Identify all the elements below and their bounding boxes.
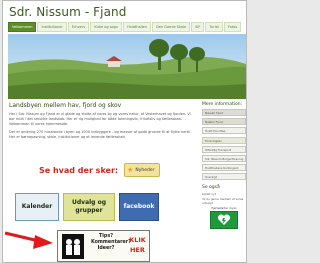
sidebar-sub-link-3[interactable]: Hvidthallens Kontingent <box>202 164 246 171</box>
red-arrow-icon <box>4 231 53 249</box>
se-ogsaa-title: Se også <box>202 185 220 190</box>
nav-item-kirke-og-sogn[interactable]: Kirke og sogn <box>90 22 123 32</box>
site-title[interactable]: Sdr. Nissum - Fjand <box>9 5 126 19</box>
klik-her-text: KLIK HER <box>129 236 146 254</box>
star-icon: ★ <box>127 165 134 174</box>
nav-item-fotos[interactable]: Fotos <box>223 22 242 32</box>
sidebar-link-1[interactable]: Nissum Fjord <box>202 109 246 116</box>
nyheder-button[interactable]: ★ Nyheder <box>124 163 161 177</box>
events-promo-text: Se hvad der sker: <box>39 165 119 175</box>
second-paragraph: Der er omkring 270 husstande i byen og 1… <box>9 130 192 139</box>
nav-item-turist[interactable]: Turist <box>205 22 223 32</box>
se-ogsaa-link[interactable]: Lokalt nyt <box>202 192 246 196</box>
nav-item-sif[interactable]: SIF <box>191 22 205 32</box>
sidebar-link-2[interactable]: Naalbo Fjord <box>202 118 246 125</box>
sidebar-sub-link-2[interactable]: Sdr. Nissum Borgerforening <box>202 155 246 162</box>
facebook-tile[interactable]: facebook <box>119 193 159 221</box>
sidebar-sub-link-1[interactable]: Offentlig Transport <box>202 146 246 153</box>
kalender-tile[interactable]: Kalender <box>15 193 59 221</box>
people-talking-icon <box>62 234 84 259</box>
nyheder-label: Nyheder <box>135 167 155 173</box>
quick-links: Kalender Udvalg og grupper facebook <box>15 193 159 221</box>
page-heading: Landsbyen mellem hav, fjord og skov <box>9 102 122 109</box>
sidebar: Mere information: Nissum Fjord Naalbo Fj… <box>202 102 246 229</box>
landscape-banner <box>8 34 246 99</box>
nav-item-hvidthallen[interactable]: Hvidthallen <box>123 22 152 32</box>
main-nav: Velkommen Institutioner Erhverv Kirke og… <box>8 22 246 32</box>
hjertestarter-icon[interactable] <box>210 211 238 229</box>
nav-item-den-gamle-skole[interactable]: Den Gamle Skole <box>152 22 191 32</box>
sidebar-title: Mere information: <box>202 102 243 107</box>
sidebar-link-3[interactable]: Hvidt Hus Map <box>202 127 246 134</box>
nav-item-erhverv[interactable]: Erhverv <box>67 22 90 32</box>
sidebar-sub-link-4[interactable]: Oversigt <box>202 173 246 180</box>
udvalg-tile[interactable]: Udvalg og grupper <box>63 193 115 221</box>
page: Sdr. Nissum - Fjand Velkommen Institutio… <box>2 0 247 263</box>
landscape-image <box>8 39 246 99</box>
intro-paragraph: Her i Sdr. Nissum og Fjand er vi glade o… <box>9 112 191 126</box>
tips-banner[interactable]: Tips? Kommentarer? Ideer? KLIK HER <box>57 230 150 262</box>
nav-item-velkommen[interactable]: Velkommen <box>8 22 37 32</box>
nav-item-institutioner[interactable]: Institutioner <box>37 22 67 32</box>
main-content: Landsbyen mellem hav, fjord og skov Her … <box>9 102 195 140</box>
sidebar-small-text: Vil du gerne medlem af vores udvalg? <box>202 197 244 205</box>
tips-question: Tips? Kommentarer? Ideer? <box>91 234 131 251</box>
hjertestarter-label: Hjertestarter i byen <box>211 207 237 210</box>
events-promo: Se hvad der sker: ★ Nyheder <box>39 161 161 179</box>
sidebar-subheading: Foreningsliv <box>202 137 246 144</box>
